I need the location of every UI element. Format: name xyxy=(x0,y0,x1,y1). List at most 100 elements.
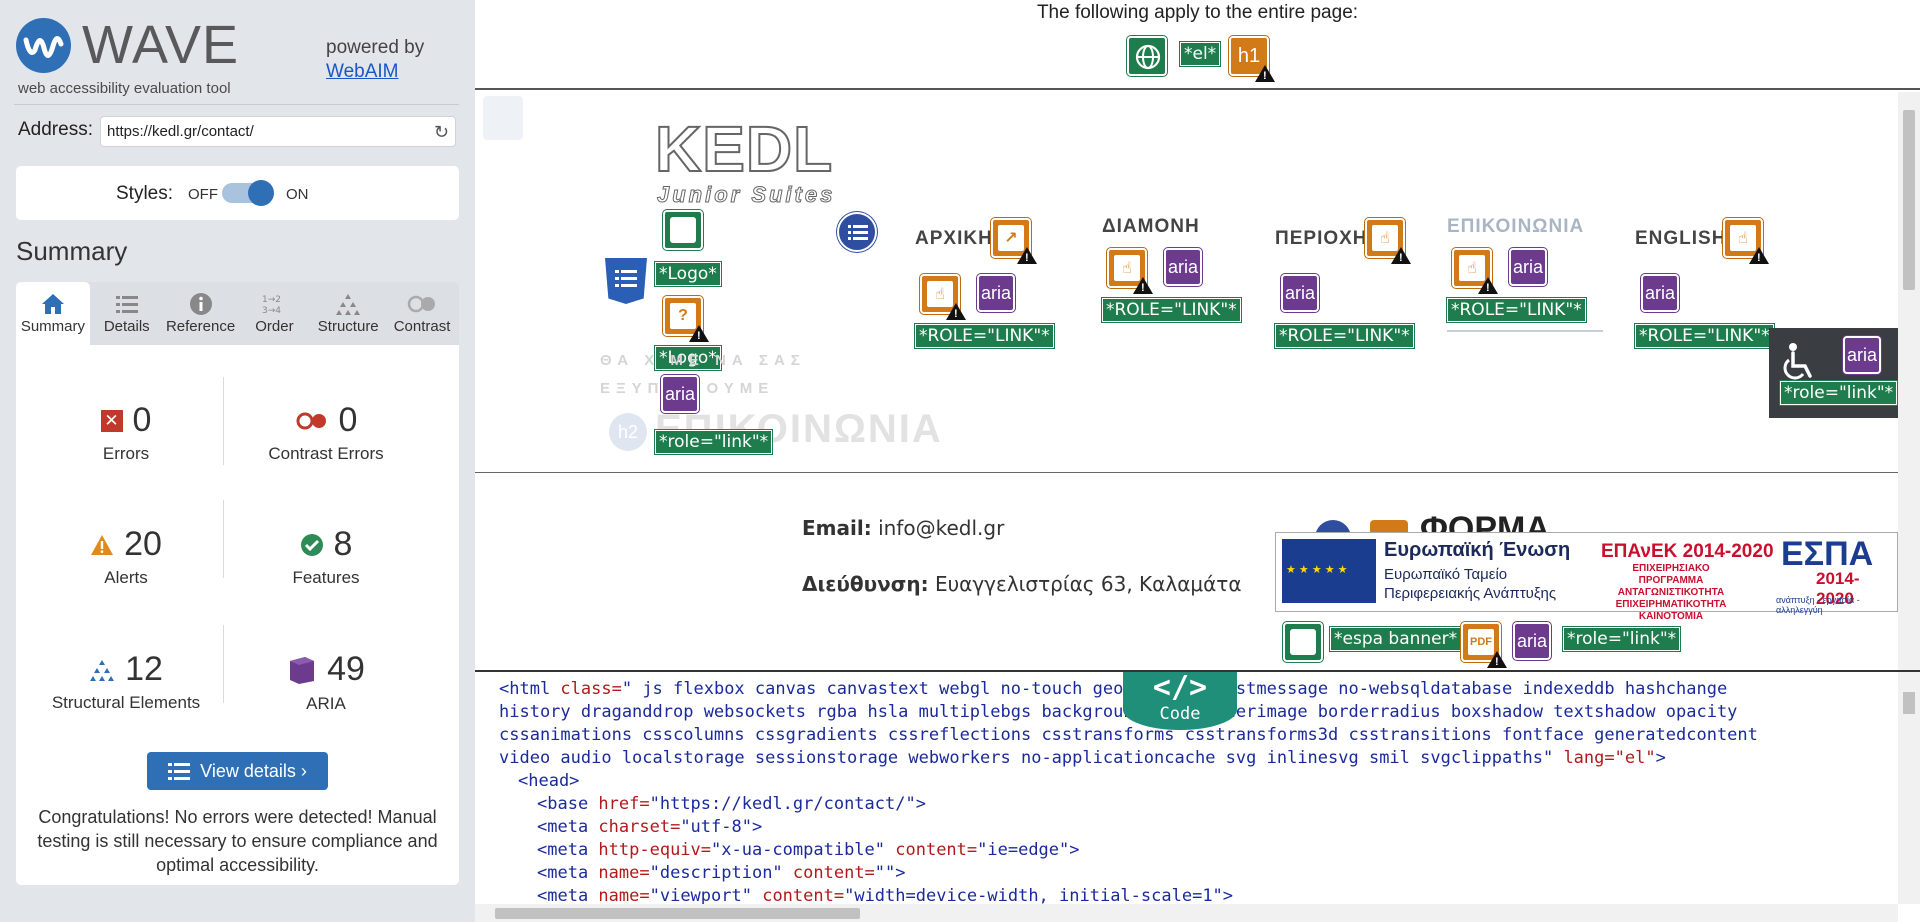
code-scrollbar[interactable] xyxy=(1898,672,1920,904)
image-glyph xyxy=(1290,629,1316,655)
svg-text:1→2: 1→2 xyxy=(262,295,281,305)
aria-icon[interactable]: aria xyxy=(977,274,1015,312)
role-link-tag[interactable]: *role="link"* xyxy=(655,430,773,454)
code-line: <meta charset="utf-8"> xyxy=(537,817,763,837)
wave-sidebar: WAVE web accessibility evaluation tool p… xyxy=(0,0,475,922)
stat-features[interactable]: 8 Features xyxy=(226,525,426,588)
wave-logo-icon xyxy=(16,18,71,73)
email-line: Email: info@kedl.gr xyxy=(802,516,1004,540)
code-horizontal-scrollbar[interactable] xyxy=(475,904,1898,922)
role-link-tag[interactable]: *ROLE="LINK"* xyxy=(1447,298,1586,322)
stat-structural[interactable]: 12 Structural Elements xyxy=(26,650,226,713)
touch-alert-icon[interactable]: ☝ xyxy=(1365,218,1411,264)
espa-banner[interactable]: Ευρωπαϊκή Ένωση Ευρωπαϊκό Ταμείο Περιφερ… xyxy=(1275,532,1898,622)
error-icon: ✕ xyxy=(100,409,123,432)
email-label: Email: xyxy=(802,516,872,540)
warning-icon xyxy=(1391,247,1411,264)
touch-alert-icon[interactable]: ☝ xyxy=(1723,218,1769,264)
accessibility-widget[interactable]: aria *role="link"* xyxy=(1769,328,1899,418)
brand-logo-subtitle: Junior Suites xyxy=(656,182,836,208)
role-link-tag[interactable]: *ROLE="LINK"* xyxy=(1635,324,1774,348)
tab-order[interactable]: 1→2 3→4 Order xyxy=(237,282,311,345)
code-toggle-tab[interactable]: </> Code xyxy=(1123,672,1237,730)
nav-item-accommodation[interactable]: ΔΙΑΜΟΝΗ xyxy=(1102,216,1200,238)
aria-icon[interactable]: aria xyxy=(1281,274,1319,312)
touch-alert-icon[interactable]: ☝ xyxy=(1107,248,1153,294)
role-link-tag[interactable]: *ROLE="LINK"* xyxy=(915,324,1054,348)
code-line: history draganddrop websockets rgba hsla… xyxy=(499,702,1738,722)
linked-image-icon[interactable] xyxy=(1283,622,1323,662)
stat-alerts[interactable]: 20 Alerts xyxy=(26,525,226,588)
question-alert-icon[interactable]: ? xyxy=(663,296,709,342)
aria-icon[interactable]: aria xyxy=(1509,248,1547,286)
h2-icon[interactable]: h2 xyxy=(609,413,647,451)
redirect-alert-icon[interactable]: ↗ xyxy=(991,218,1037,264)
linked-image-icon[interactable] xyxy=(663,210,703,250)
nav-item-contact[interactable]: ΕΠΙΚΟΙΝΩΝΙΑ xyxy=(1447,216,1584,238)
list-icon xyxy=(115,296,138,313)
aria-icon[interactable]: aria xyxy=(1843,336,1881,374)
role-link-tag[interactable]: *role="link"* xyxy=(1563,627,1681,651)
espa-program: ΕΠΑνΕΚ 2014-2020 xyxy=(1601,541,1774,562)
espa-banner-tag[interactable]: *espa banner* xyxy=(1330,627,1462,651)
role-link-tag[interactable]: *role="link"* xyxy=(1780,381,1898,405)
email-value[interactable]: info@kedl.gr xyxy=(878,516,1004,540)
scrollbar-thumb[interactable] xyxy=(495,908,860,919)
summary-title: Summary xyxy=(16,236,128,266)
code-panel: <html class=" js flexbox canvas canvaste… xyxy=(475,670,1920,922)
styles-off-label: OFF xyxy=(188,186,218,203)
warning-icon xyxy=(1017,247,1037,264)
role-link-tag[interactable]: *ROLE="LINK"* xyxy=(1275,324,1414,348)
feature-check-icon xyxy=(300,533,323,556)
scrollbar-thumb[interactable] xyxy=(1903,692,1915,714)
code-line: <head> xyxy=(518,771,580,791)
tab-summary[interactable]: Summary xyxy=(16,282,90,345)
language-globe-icon[interactable] xyxy=(1127,36,1167,76)
css-document-icon[interactable] xyxy=(605,258,647,304)
contrast-icon xyxy=(407,295,436,313)
tab-reference[interactable]: Reference xyxy=(164,282,238,345)
view-details-button[interactable]: View details › xyxy=(147,752,328,790)
role-link-tag[interactable]: *ROLE="LINK"* xyxy=(1102,298,1241,322)
nav-item-home[interactable]: ΑΡΧΙΚΗ xyxy=(915,228,993,250)
aria-icon[interactable]: aria xyxy=(1164,248,1202,286)
navigation-list-icon[interactable] xyxy=(837,212,877,252)
aria-icon[interactable]: aria xyxy=(1641,274,1679,312)
warning-icon xyxy=(689,325,709,342)
aria-icon[interactable]: aria xyxy=(1513,622,1551,660)
preview-scrollbar[interactable] xyxy=(1898,92,1920,670)
features-label: Features xyxy=(292,568,360,587)
toggle-knob xyxy=(248,180,274,206)
touch-alert-icon[interactable]: ☝ xyxy=(920,274,966,320)
stat-aria[interactable]: 49 ARIA xyxy=(226,650,426,714)
webaim-link[interactable]: WebAIM xyxy=(326,61,399,82)
nav-item-area[interactable]: ΠΕΡΙΟΧΗ xyxy=(1275,228,1368,250)
lang-tag[interactable]: *el* xyxy=(1180,42,1221,66)
warning-icon xyxy=(946,303,966,320)
pdf-alert-icon[interactable]: PDF xyxy=(1461,622,1507,668)
tab-structure[interactable]: Structure xyxy=(311,282,385,345)
address-label: Address: xyxy=(18,119,93,140)
espa-eu-title: Ευρωπαϊκή Ένωση xyxy=(1384,539,1571,561)
styles-toggle[interactable] xyxy=(222,180,274,206)
logo-tag[interactable]: *Logo* xyxy=(655,262,721,286)
address-input[interactable]: https://kedl.gr/contact/ ↻ xyxy=(100,116,456,147)
tab-label: Summary xyxy=(20,318,85,335)
structure-icon xyxy=(336,294,361,315)
stat-errors[interactable]: ✕ 0 Errors xyxy=(26,401,226,464)
scrollbar-thumb[interactable] xyxy=(1903,110,1915,290)
espa-program-line: ΕΠΙΧΕΙΡΗΜΑΤΙΚΟΤΗΤΑ xyxy=(1615,599,1727,610)
nav-item-english[interactable]: ENGLISH xyxy=(1635,228,1726,250)
refresh-icon[interactable]: ↻ xyxy=(434,122,449,143)
h1-alert-icon[interactable]: h1 xyxy=(1229,36,1275,82)
address-value: https://kedl.gr/contact/ xyxy=(107,123,254,140)
alert-icon xyxy=(91,534,114,555)
touch-alert-icon[interactable]: ☝ xyxy=(1452,248,1498,294)
structural-count: 12 xyxy=(125,650,163,688)
tab-details[interactable]: Details xyxy=(90,282,164,345)
tab-contrast[interactable]: Contrast xyxy=(385,282,459,345)
order-icon: 1→23→4 xyxy=(262,295,281,316)
espa-program-line: ΕΠΙΧΕΙΡΗΣΙΑΚΟ ΠΡΟΓΡΑΜΜΑ xyxy=(1632,563,1710,586)
aria-count: 49 xyxy=(327,650,365,688)
stat-contrast-errors[interactable]: 0 Contrast Errors xyxy=(226,401,426,464)
